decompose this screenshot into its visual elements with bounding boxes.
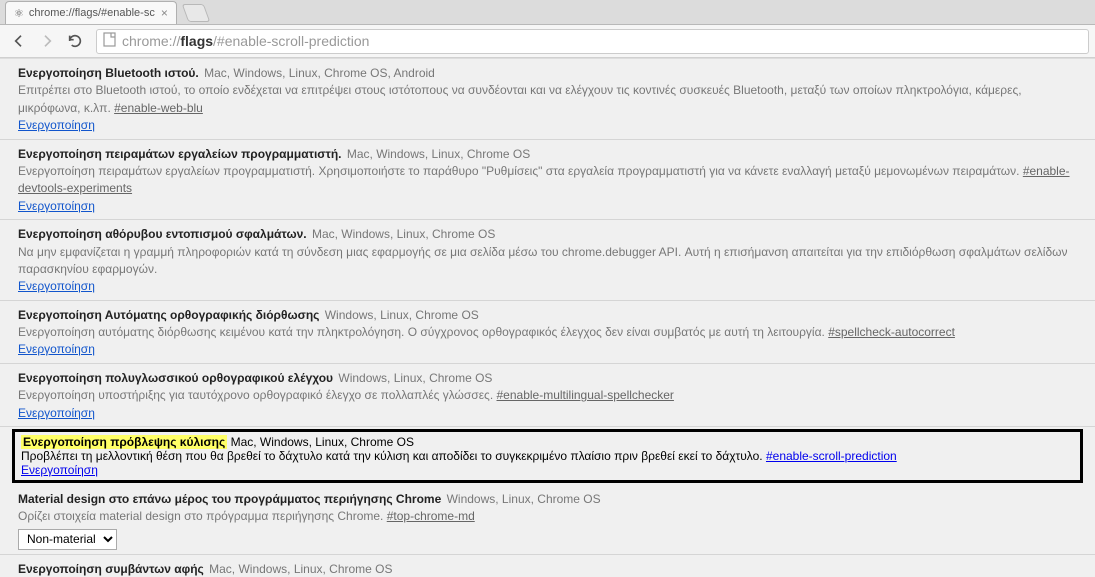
experiment-item: Material design στο επάνω μέρος του προγ… (0, 485, 1095, 555)
toolbar: chrome://flags/#enable-scroll-prediction (0, 25, 1095, 58)
experiment-item: Ενεργοποίηση Bluetooth ιστού. Mac, Windo… (0, 59, 1095, 140)
experiment-platforms: Mac, Windows, Linux, Chrome OS (344, 147, 531, 161)
experiment-description: Ορίζει στοιχεία material design στο πρόγ… (18, 508, 1077, 525)
experiment-platforms: Mac, Windows, Linux, Chrome OS (227, 435, 414, 449)
experiment-title: Ενεργοποίηση πολυγλωσσικού ορθογραφικού … (18, 371, 333, 385)
experiment-title: Material design στο επάνω μέρος του προγ… (18, 492, 441, 506)
experiment-item: Ενεργοποίηση πολυγλωσσικού ορθογραφικού … (0, 364, 1095, 427)
experiment-item: Ενεργοποίηση συμβάντων αφής Mac, Windows… (0, 555, 1095, 577)
experiment-hash-link[interactable]: #enable-scroll-prediction (766, 449, 897, 463)
tabs-bar: ⚛ chrome://flags/#enable-sc × (0, 0, 1095, 25)
experiment-hash-link[interactable]: #enable-devtools-experiments (18, 164, 1070, 195)
browser-tab[interactable]: ⚛ chrome://flags/#enable-sc × (5, 1, 177, 24)
url-display: chrome://flags/#enable-scroll-prediction (122, 33, 369, 49)
experiment-hash-link[interactable]: #spellcheck-autocorrect (828, 325, 955, 339)
enable-link[interactable]: Ενεργοποίηση (18, 279, 95, 293)
experiment-select[interactable]: Non-material (18, 529, 117, 550)
experiment-hash-link[interactable]: #top-chrome-md (387, 509, 475, 523)
tab-favicon-icon: ⚛ (14, 7, 24, 20)
experiment-platforms: Mac, Windows, Linux, Chrome OS (206, 562, 393, 576)
experiment-platforms: Mac, Windows, Linux, Chrome OS, Android (201, 66, 435, 80)
experiment-description: Επιτρέπει στο Bluetooth ιστού, το οποίο … (18, 82, 1077, 117)
experiment-description: Να μην εμφανίζεται η γραμμή πληροφοριών … (18, 244, 1077, 279)
back-button[interactable] (6, 28, 32, 54)
experiment-title: Ενεργοποίηση συμβάντων αφής (18, 562, 204, 576)
experiment-platforms: Windows, Linux, Chrome OS (335, 371, 492, 385)
experiment-item: Ενεργοποίηση πρόβλεψης κύλισης Mac, Wind… (12, 429, 1083, 483)
experiment-hash-link[interactable]: #enable-multilingual-spellchecker (497, 388, 674, 402)
enable-link[interactable]: Ενεργοποίηση (21, 463, 98, 477)
content-area: Ενεργοποίηση Bluetooth ιστού. Mac, Windo… (0, 58, 1095, 577)
page-icon (103, 32, 116, 50)
enable-link[interactable]: Ενεργοποίηση (18, 406, 95, 420)
experiment-description: Προβλέπει τη μελλοντική θέση που θα βρεθ… (21, 449, 1074, 463)
reload-button[interactable] (62, 28, 88, 54)
experiment-title: Ενεργοποίηση Αυτόματης ορθογραφικής διόρ… (18, 308, 319, 322)
experiment-platforms: Mac, Windows, Linux, Chrome OS (309, 227, 496, 241)
enable-link[interactable]: Ενεργοποίηση (18, 342, 95, 356)
experiment-item: Ενεργοποίηση Αυτόματης ορθογραφικής διόρ… (0, 301, 1095, 364)
experiment-platforms: Windows, Linux, Chrome OS (321, 308, 478, 322)
experiment-item: Ενεργοποίηση αθόρυβου εντοπισμού σφαλμάτ… (0, 220, 1095, 301)
tab-title: chrome://flags/#enable-sc (29, 7, 155, 19)
close-icon[interactable]: × (161, 6, 168, 20)
experiment-platforms: Windows, Linux, Chrome OS (443, 492, 600, 506)
experiments-list: Ενεργοποίηση Bluetooth ιστού. Mac, Windo… (0, 59, 1095, 577)
new-tab-button[interactable] (182, 4, 211, 22)
experiment-hash-link[interactable]: #enable-web-blu (114, 101, 203, 115)
experiment-item: Ενεργοποίηση πειραμάτων εργαλείων προγρα… (0, 140, 1095, 221)
experiment-title: Ενεργοποίηση πρόβλεψης κύλισης (21, 435, 227, 449)
enable-link[interactable]: Ενεργοποίηση (18, 199, 95, 213)
experiment-description: Ενεργοποίηση αυτόματης διόρθωσης κειμένο… (18, 324, 1077, 341)
experiment-description: Ενεργοποίηση πειραμάτων εργαλείων προγρα… (18, 163, 1077, 198)
experiment-title: Ενεργοποίηση Bluetooth ιστού. (18, 66, 199, 80)
experiment-title: Ενεργοποίηση πειραμάτων εργαλείων προγρα… (18, 147, 342, 161)
enable-link[interactable]: Ενεργοποίηση (18, 118, 95, 132)
experiment-title: Ενεργοποίηση αθόρυβου εντοπισμού σφαλμάτ… (18, 227, 307, 241)
forward-button[interactable] (34, 28, 60, 54)
address-bar[interactable]: chrome://flags/#enable-scroll-prediction (96, 29, 1089, 54)
experiment-description: Ενεργοποίηση υποστήριξης για ταυτόχρονο … (18, 387, 1077, 404)
